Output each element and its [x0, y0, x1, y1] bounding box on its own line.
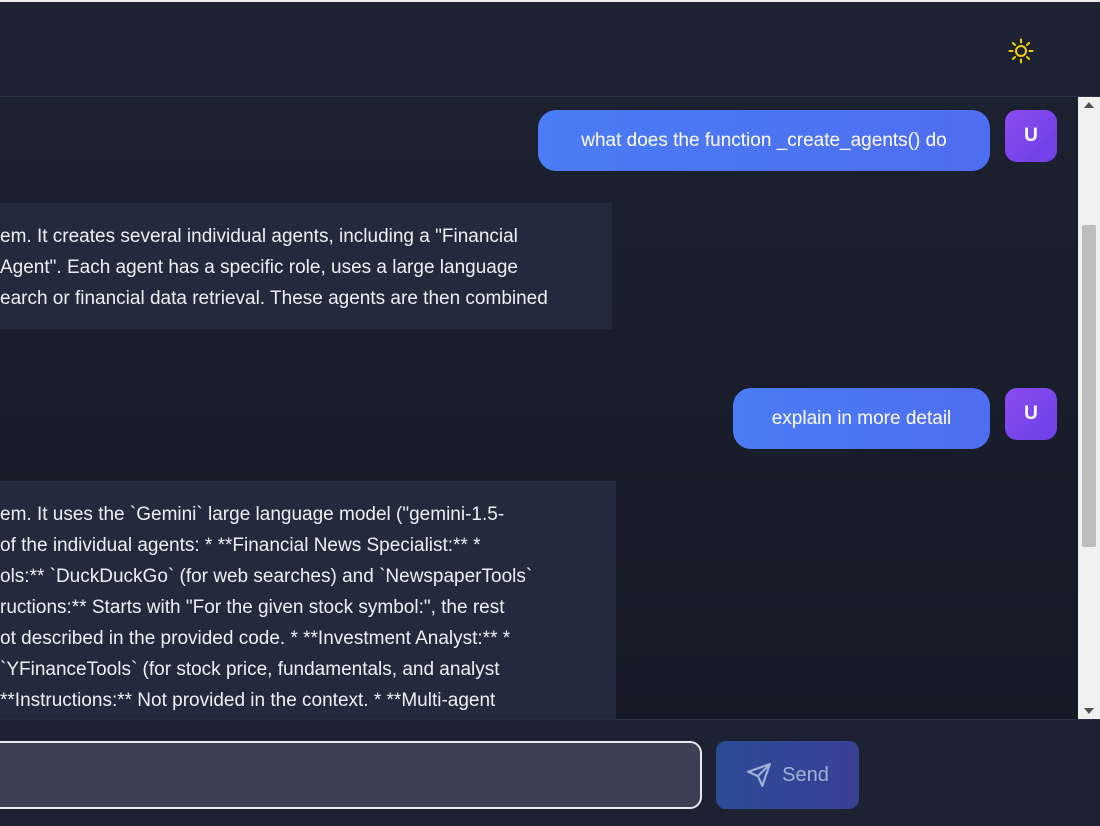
send-button-label: Send — [782, 763, 829, 786]
composer: Send — [0, 719, 1100, 826]
assistant-message-line: **Instructions:** Not provided in the co… — [0, 690, 496, 711]
user-message-text: explain in more detail — [771, 407, 952, 429]
assistant-message-line: ructions:** Starts with "For the given s… — [0, 597, 505, 618]
send-icon — [747, 763, 772, 787]
assistant-message-line: Agent". Each agent has a specific role, … — [0, 257, 518, 278]
assistant-message-line: em. It creates several individual agents… — [0, 226, 518, 247]
user-avatar-letter: U — [1024, 125, 1038, 146]
chat-messages[interactable]: what does the function _create_agents() … — [0, 97, 1078, 719]
assistant-message-line: `YFinanceTools` (for stock price, fundam… — [0, 659, 500, 680]
send-button[interactable]: Send — [716, 741, 859, 809]
scroll-up-arrow-icon[interactable] — [1078, 97, 1100, 113]
theme-toggle-button[interactable] — [1004, 34, 1038, 68]
assistant-message-line: of the individual agents: * **Financial … — [0, 535, 481, 556]
user-avatar-letter: U — [1024, 403, 1038, 424]
user-avatar: U — [1005, 110, 1057, 162]
sun-icon — [1008, 38, 1034, 64]
assistant-message-line: earch or financial data retrieval. These… — [0, 288, 548, 309]
scrollbar-thumb[interactable] — [1082, 225, 1096, 547]
assistant-message-bubble: em. It uses the `Gemini` large language … — [0, 481, 616, 719]
chat-scrollbar[interactable] — [1078, 97, 1100, 719]
assistant-message-line: em. It uses the `Gemini` large language … — [0, 504, 505, 525]
user-message-bubble: what does the function _create_agents() … — [538, 110, 990, 171]
assistant-message-line: ot described in the provided code. * **I… — [0, 628, 511, 649]
app-header — [0, 2, 1100, 97]
user-message-bubble: explain in more detail — [733, 388, 990, 449]
scroll-down-arrow-icon[interactable] — [1078, 703, 1100, 719]
assistant-message-bubble: em. It creates several individual agents… — [0, 203, 612, 329]
user-avatar: U — [1005, 388, 1057, 440]
assistant-message-line: ols:** `DuckDuckGo` (for web searches) a… — [0, 566, 533, 587]
message-input[interactable] — [0, 741, 702, 809]
user-message-text: what does the function _create_agents() … — [581, 129, 947, 151]
